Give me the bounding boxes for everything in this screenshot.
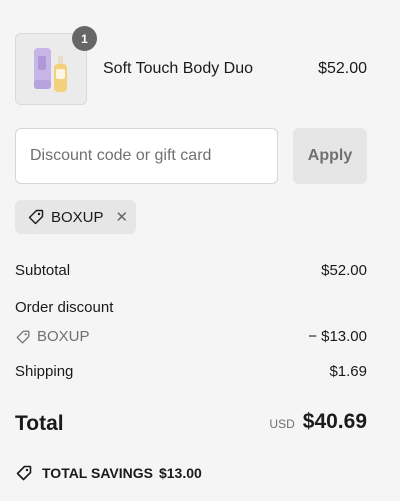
product-name: Soft Touch Body Duo <box>103 60 254 77</box>
quantity-badge: 1 <box>72 26 97 51</box>
product-price: $52.00 <box>318 60 367 77</box>
applied-code-label: BOXUP <box>51 208 104 226</box>
shipping-row: Shipping $1.69 <box>15 363 367 380</box>
discount-code-row: BOXUP − $13.00 <box>15 328 367 349</box>
subtotal-row: Subtotal $52.00 <box>15 262 367 279</box>
tag-icon <box>15 329 31 345</box>
applied-discount-chip: BOXUP ✕ <box>15 200 136 234</box>
discount-code-label: BOXUP <box>37 328 90 345</box>
discount-code-input[interactable] <box>15 128 278 184</box>
total-label: Total <box>15 412 64 435</box>
line-item: 1 Soft Touch Body Duo $52.00 <box>15 26 367 105</box>
tag-icon <box>15 464 33 482</box>
total-value: $40.69 <box>302 410 367 433</box>
close-icon[interactable]: ✕ <box>116 208 129 226</box>
apply-button[interactable]: Apply <box>293 128 367 184</box>
discount-value: − $13.00 <box>308 328 367 345</box>
tag-icon <box>27 208 45 226</box>
shipping-label: Shipping <box>15 363 74 380</box>
currency-code: USD <box>269 417 295 431</box>
total-amount: USD $40.69 <box>269 410 367 434</box>
discount-code-info: BOXUP <box>15 328 90 345</box>
order-discount-row: Order discount <box>15 299 367 316</box>
savings-value: $13.00 <box>158 465 202 481</box>
savings-label: TOTAL SAVINGS <box>42 465 153 481</box>
order-discount-label: Order discount <box>15 299 114 316</box>
product-thumbnail: 1 <box>15 26 97 105</box>
subtotal-value: $52.00 <box>321 262 367 279</box>
total-savings: TOTAL SAVINGS $13.00 <box>15 464 202 482</box>
shipping-value: $1.69 <box>329 363 367 380</box>
subtotal-label: Subtotal <box>15 262 71 279</box>
